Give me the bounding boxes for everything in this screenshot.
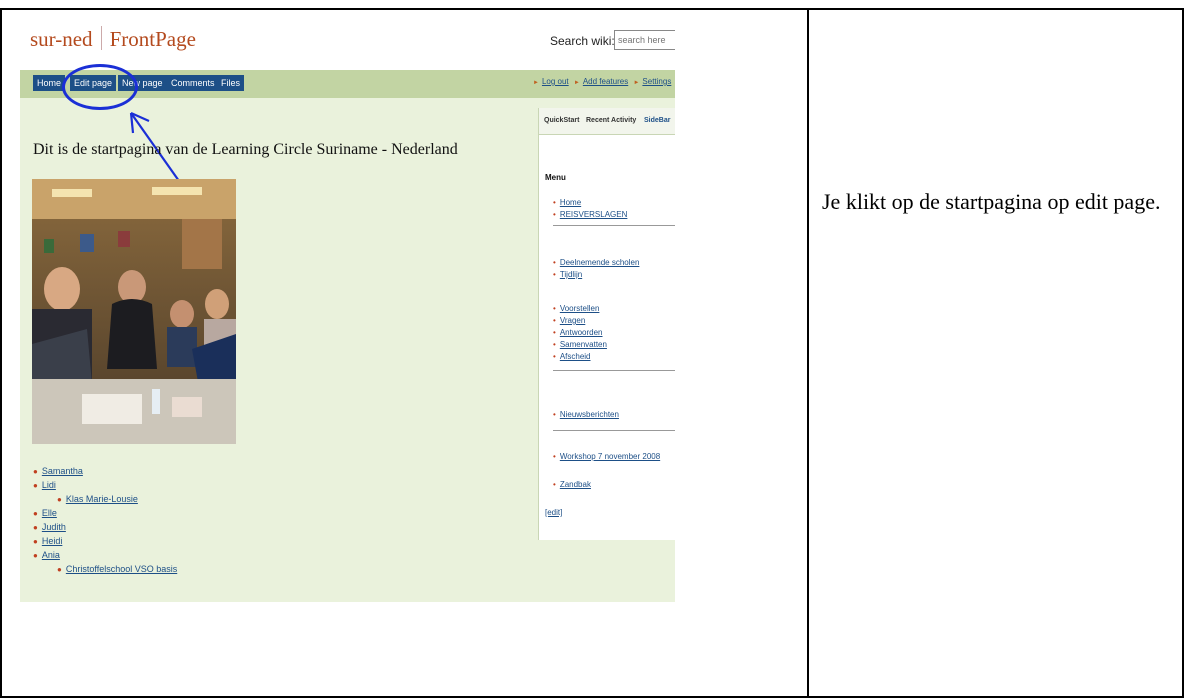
bullet-icon: ● <box>57 565 62 574</box>
tab-sidebar[interactable]: SideBar <box>644 117 670 124</box>
sidebar-item-zandbak[interactable]: • Zandbak <box>553 480 591 489</box>
site-title[interactable]: sur-ned FrontPage <box>30 26 196 52</box>
bullet-icon: ● <box>33 537 38 546</box>
bullet-icon: ● <box>33 551 38 560</box>
bullet-icon: • <box>553 198 556 207</box>
bullet-icon: • <box>553 210 556 219</box>
sidebar-tabs: QuickStart Recent Activity SideBar <box>539 108 675 135</box>
bullet-icon: ► <box>633 80 640 86</box>
sidebar-item-reisverslagen[interactable]: • REISVERSLAGEN <box>553 210 627 219</box>
list-item[interactable]: ● Klas Marie-Lousie <box>33 492 177 506</box>
bullet-icon: ● <box>57 495 62 504</box>
list-item[interactable]: ● Samantha <box>33 464 177 478</box>
sidebar-item-deelnemende-scholen[interactable]: • Deelnemende scholen <box>553 258 639 267</box>
member-list: ● Samantha ● Lidi ● Klas Marie-Lousie ● Elle… <box>33 464 177 576</box>
comments-button[interactable]: Comments <box>167 75 219 91</box>
list-item[interactable]: ● Ania <box>33 548 177 562</box>
tab-recent-activity[interactable]: Recent Activity <box>586 117 636 124</box>
group-photo <box>32 179 236 444</box>
group-photo-image <box>32 179 236 444</box>
highlight-circle <box>62 64 138 110</box>
sidebar-item-tijdlijn[interactable]: • Tijdlijn <box>553 270 582 279</box>
sidebar-panel: QuickStart Recent Activity SideBar Menu … <box>538 108 675 540</box>
divider <box>553 370 675 371</box>
site-name[interactable]: sur-ned <box>30 27 93 51</box>
wiki-screenshot: sur-nedFrontPage Search wiki: Home Edit … <box>20 12 675 602</box>
search-input[interactable] <box>614 30 675 50</box>
bullet-icon: • <box>553 452 556 461</box>
bullet-icon: ● <box>33 467 38 476</box>
bullet-icon: • <box>553 316 556 325</box>
divider <box>553 430 675 431</box>
divider <box>553 225 675 226</box>
bullet-icon: • <box>553 304 556 313</box>
sidebar-item-vragen[interactable]: • Vragen <box>553 316 585 325</box>
bullet-icon: • <box>553 328 556 337</box>
bullet-icon: ● <box>33 481 38 490</box>
sidebar-item-nieuwsberichten[interactable]: • Nieuwsberichten <box>553 410 619 419</box>
bullet-icon: ► <box>533 80 539 86</box>
list-item[interactable]: ● Judith <box>33 520 177 534</box>
sidebar-item-home[interactable]: • Home <box>553 198 581 207</box>
bullet-icon: • <box>553 270 556 279</box>
settings-link[interactable]: Settings <box>642 77 671 86</box>
sidebar-item-afscheid[interactable]: • Afscheid <box>553 352 591 361</box>
bullet-icon: • <box>553 352 556 361</box>
add-features-link[interactable]: Add features <box>583 77 628 86</box>
bullet-icon: • <box>553 258 556 267</box>
sidebar-item-antwoorden[interactable]: • Antwoorden <box>553 328 603 337</box>
title-separator <box>100 26 102 50</box>
sidebar-item-workshop[interactable]: • Workshop 7 november 2008 <box>553 452 660 461</box>
menu-title: Menu <box>545 173 566 182</box>
bullet-icon: • <box>553 410 556 419</box>
list-item[interactable]: ● Elle <box>33 506 177 520</box>
sidebar-item-samenvatten[interactable]: • Samenvatten <box>553 340 607 349</box>
tab-quickstart[interactable]: QuickStart <box>544 117 579 124</box>
home-button[interactable]: Home <box>33 75 66 91</box>
table-top-border <box>0 8 1184 10</box>
page-name: FrontPage <box>109 27 196 51</box>
list-item[interactable]: ● Christoffelschool VSO basis <box>33 562 177 576</box>
list-item[interactable]: ● Lidi <box>33 478 177 492</box>
search-label: Search wiki: <box>550 34 615 48</box>
sidebar-item-voorstellen[interactable]: • Voorstellen <box>553 304 599 313</box>
table-left-border <box>0 8 2 698</box>
bullet-icon: ● <box>33 509 38 518</box>
table-divider <box>807 8 809 698</box>
files-button[interactable]: Files <box>217 75 245 91</box>
bullet-icon: ● <box>33 523 38 532</box>
bullet-icon: • <box>553 340 556 349</box>
page-heading: Dit is de startpagina van de Learning Ci… <box>33 141 458 158</box>
bullet-icon: • <box>553 480 556 489</box>
list-item[interactable]: ● Heidi <box>33 534 177 548</box>
log-out-link[interactable]: Log out <box>542 77 569 86</box>
bullet-icon: ► <box>573 80 580 86</box>
instruction-caption: Je klikt op de startpagina op edit page. <box>822 189 1161 214</box>
sidebar-edit-link[interactable]: [edit] <box>545 508 562 517</box>
user-links: ►Log out ►Add features ►Settings ► <box>530 77 675 86</box>
